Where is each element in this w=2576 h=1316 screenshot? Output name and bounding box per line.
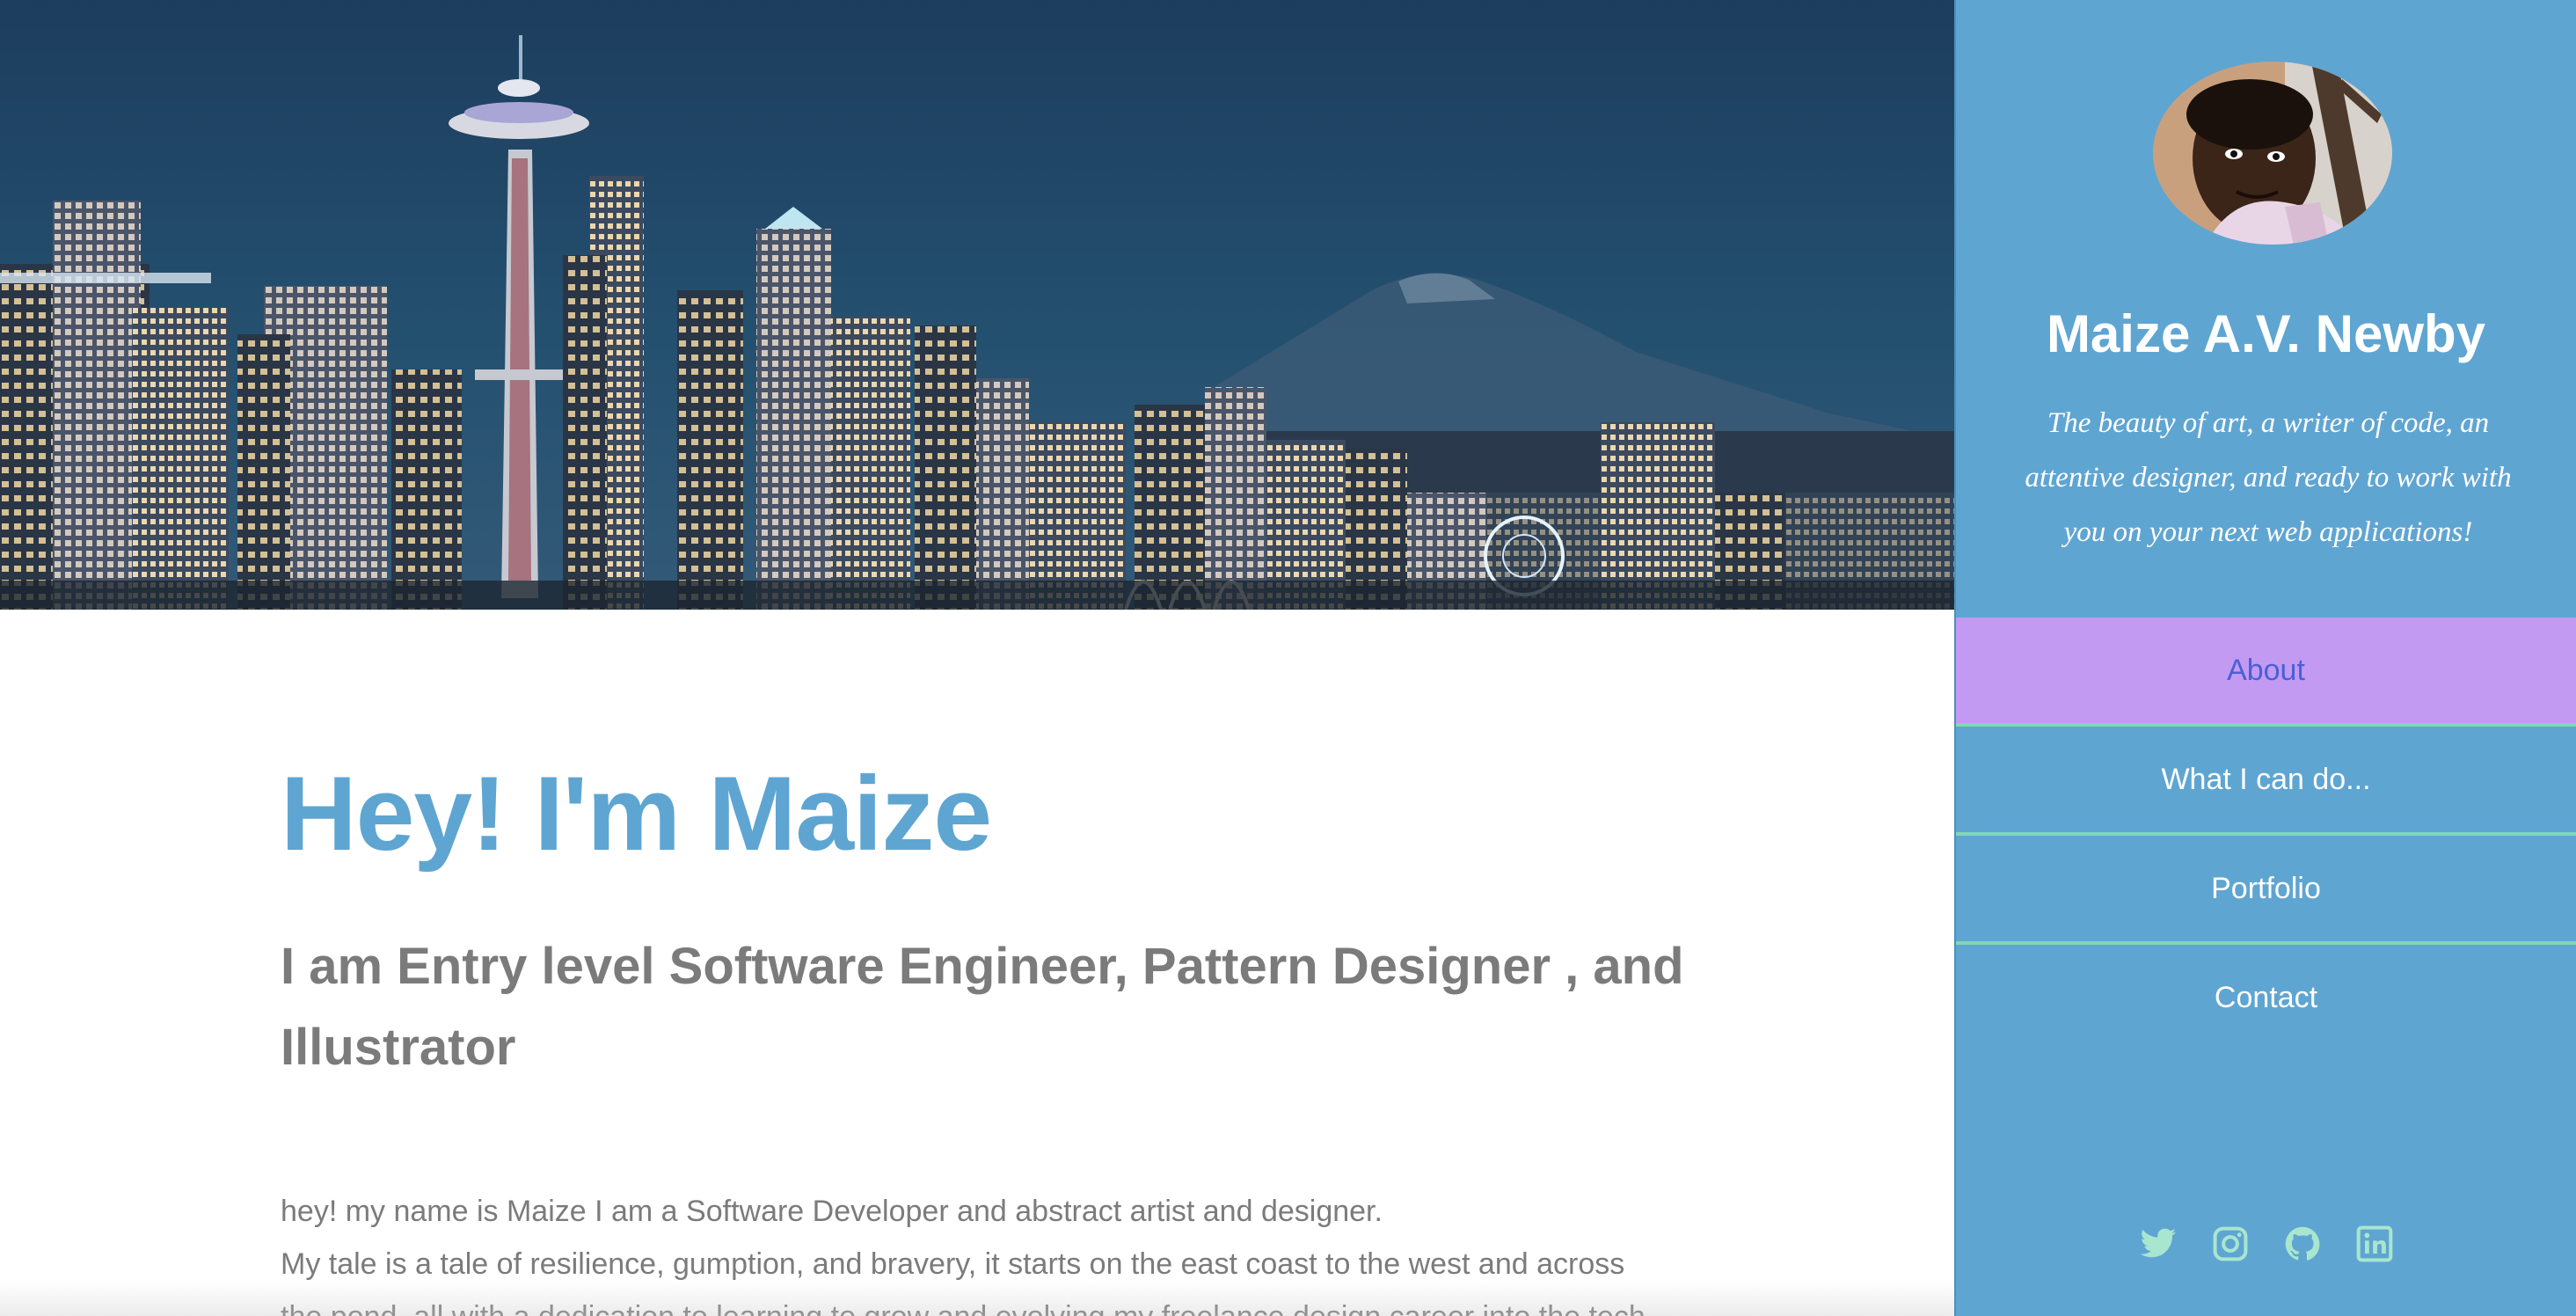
main-content: Hey! I'm Maize I am Entry level Software… bbox=[0, 0, 1954, 1316]
bio-line: hey! my name is Maize I am a Software De… bbox=[281, 1195, 1383, 1228]
twitter-icon[interactable] bbox=[2139, 1225, 2178, 1263]
skyline-illustration bbox=[0, 0, 1954, 610]
intro-section: Hey! I'm Maize I am Entry level Software… bbox=[281, 752, 1688, 1316]
main-nav: About What I can do... Portfolio Contact bbox=[1956, 618, 2576, 1050]
page-subheadline: I am Entry level Software Engineer, Patt… bbox=[281, 938, 1684, 1076]
linkedin-icon[interactable] bbox=[2355, 1225, 2394, 1263]
sidebar: Maize A.V. Newby The beauty of art, a wr… bbox=[1954, 0, 2576, 1316]
hero-image bbox=[0, 0, 1954, 610]
nav-item-about[interactable]: About bbox=[1956, 618, 2576, 727]
nav-item-portfolio[interactable]: Portfolio bbox=[1956, 836, 2576, 945]
instagram-icon[interactable] bbox=[2211, 1225, 2250, 1263]
github-icon[interactable] bbox=[2283, 1225, 2322, 1263]
avatar bbox=[2153, 62, 2392, 245]
bottom-fade bbox=[0, 1281, 1954, 1316]
site-name: Maize A.V. Newby bbox=[2046, 304, 2486, 363]
page-headline: Hey! I'm Maize bbox=[281, 755, 992, 873]
avatar-photo bbox=[2153, 62, 2392, 245]
social-links bbox=[1956, 1225, 2576, 1263]
nav-item-contact[interactable]: Contact bbox=[1956, 945, 2576, 1050]
page: Hey! I'm Maize I am Entry level Software… bbox=[0, 0, 2576, 1316]
tagline: The beauty of art, a writer of code, an … bbox=[2025, 407, 2512, 548]
nav-item-what-i-can-do[interactable]: What I can do... bbox=[1956, 727, 2576, 836]
